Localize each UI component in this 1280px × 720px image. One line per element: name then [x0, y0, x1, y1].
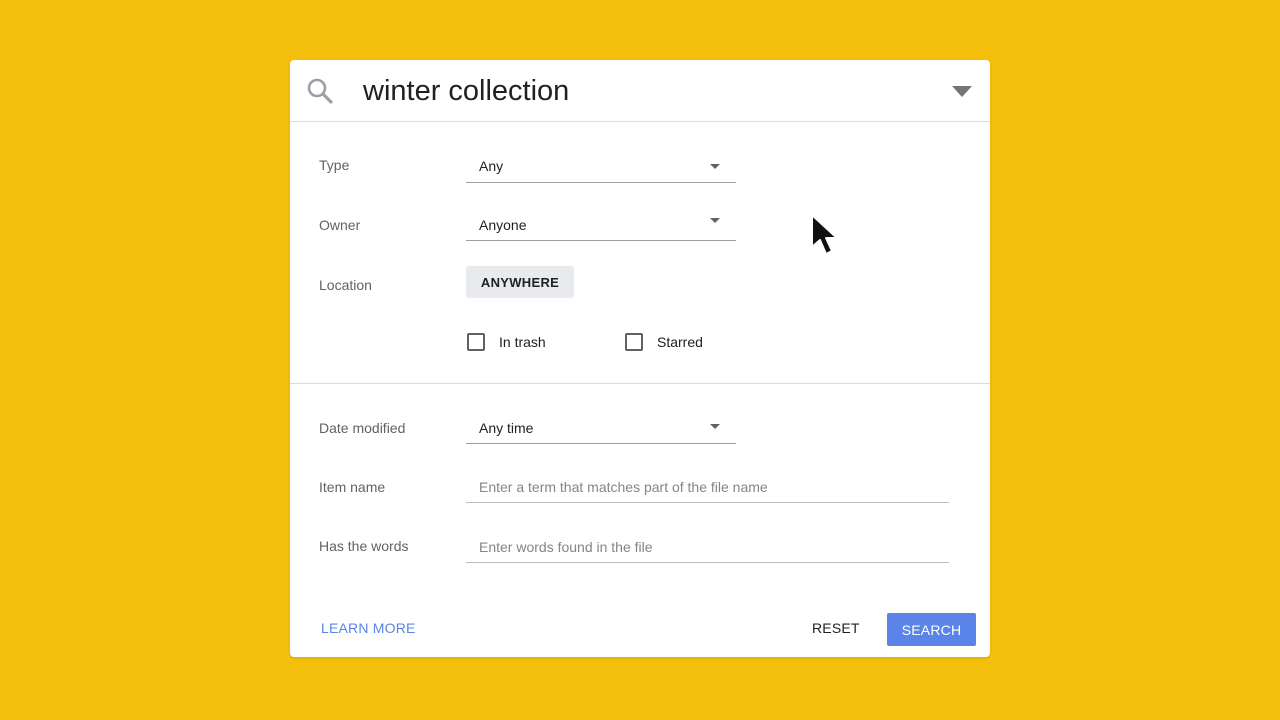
search-button[interactable]: SEARCH: [887, 613, 976, 646]
in-trash-label: In trash: [499, 334, 546, 350]
starred-checkbox[interactable]: [625, 333, 643, 351]
date-modified-select[interactable]: Any time: [466, 413, 736, 444]
section-divider: [290, 383, 990, 384]
starred-label: Starred: [657, 334, 703, 350]
search-bar: [290, 60, 990, 122]
mouse-pointer-icon: [811, 214, 838, 255]
date-modified-label: Date modified: [319, 420, 406, 436]
in-trash-option[interactable]: In trash: [467, 333, 546, 351]
search-options-caret-icon[interactable]: [952, 86, 972, 98]
owner-select-value: Anyone: [479, 217, 527, 233]
in-trash-checkbox[interactable]: [467, 333, 485, 351]
reset-button[interactable]: RESET: [812, 620, 860, 636]
date-modified-select-value: Any time: [479, 420, 534, 436]
has-words-input[interactable]: [479, 537, 939, 557]
search-icon[interactable]: [306, 77, 334, 105]
type-label: Type: [319, 157, 350, 173]
advanced-search-panel: Type Any Owner Anyone Location ANYWHERE …: [290, 60, 990, 657]
chevron-down-icon: [710, 164, 720, 169]
location-anywhere-chip[interactable]: ANYWHERE: [466, 266, 574, 298]
starred-option[interactable]: Starred: [625, 333, 703, 351]
location-label: Location: [319, 277, 372, 293]
owner-label: Owner: [319, 217, 361, 233]
owner-select[interactable]: Anyone: [466, 210, 736, 241]
has-words-label: Has the words: [319, 538, 409, 554]
item-name-input[interactable]: [479, 477, 939, 497]
item-name-field[interactable]: [466, 472, 949, 503]
learn-more-link[interactable]: LEARN MORE: [321, 620, 416, 636]
chevron-down-icon: [710, 218, 720, 223]
chevron-down-icon: [710, 424, 720, 429]
search-input[interactable]: [363, 73, 923, 109]
has-words-field[interactable]: [466, 532, 949, 563]
type-select-value: Any: [479, 158, 504, 174]
item-name-label: Item name: [319, 479, 386, 495]
type-select[interactable]: Any: [466, 152, 736, 183]
